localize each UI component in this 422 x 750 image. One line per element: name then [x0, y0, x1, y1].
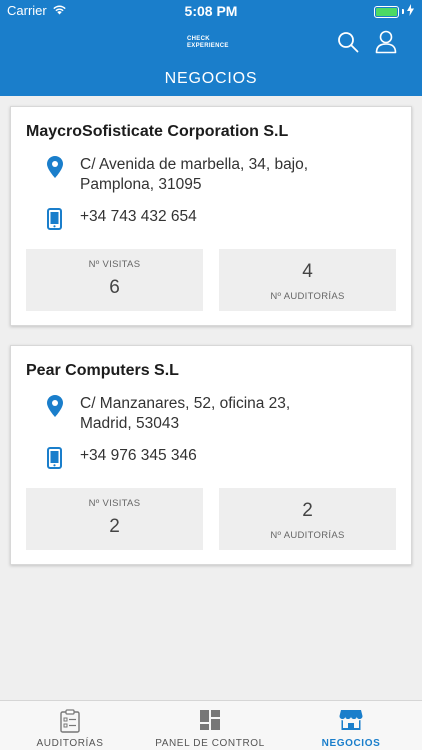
- page-title: NEGOCIOS: [164, 70, 258, 87]
- navbar: CHECK EXPERIENCE: [0, 22, 422, 66]
- phone-icon: [47, 447, 62, 474]
- status-right: [374, 4, 414, 19]
- address-line1: C/ Manzanares, 52, oficina 23,: [80, 395, 291, 412]
- app-logo: CHECK EXPERIENCE: [187, 36, 235, 52]
- battery-icon: [374, 5, 399, 18]
- audits-stat: 4 Nº AUDITORÍAS: [219, 249, 396, 311]
- visits-value: 2: [109, 516, 120, 537]
- audits-stat: 2 Nº AUDITORÍAS: [219, 488, 396, 550]
- battery-cap: [402, 9, 404, 14]
- audits-value: 4: [302, 261, 313, 282]
- tab-label: PANEL DE CONTROL: [155, 738, 265, 749]
- store-icon: [281, 709, 421, 731]
- location-pin-icon: [47, 395, 63, 422]
- phone-icon: [47, 208, 62, 235]
- status-bar: Carrier 5:08 PM: [0, 0, 422, 22]
- clipboard-icon: [0, 709, 140, 733]
- visits-stat: Nº VISITAS 2: [26, 488, 203, 550]
- charging-icon: [407, 4, 414, 19]
- tab-bar: AUDITORÍAS PANEL DE CONTROL NEGOCIOS: [0, 700, 422, 750]
- location-pin-icon: [47, 156, 63, 183]
- business-card[interactable]: MaycroSofisticate Corporation S.L C/ Ave…: [10, 106, 412, 326]
- visits-value: 6: [109, 277, 120, 298]
- search-icon: [337, 31, 359, 58]
- tab-label: NEGOCIOS: [321, 738, 381, 749]
- business-name: Pear Computers S.L: [26, 362, 179, 379]
- business-phone[interactable]: +34 743 432 654: [80, 208, 197, 226]
- business-address: C/ Manzanares, 52, oficina 23, Madrid, 5…: [80, 394, 380, 434]
- user-icon: [375, 30, 397, 59]
- address-line2: Pamplona, 31095: [80, 176, 202, 193]
- tab-auditorias[interactable]: AUDITORÍAS: [0, 701, 140, 750]
- logo-line2: EXPERIENCE: [187, 43, 229, 49]
- business-card[interactable]: Pear Computers S.L C/ Manzanares, 52, of…: [10, 345, 412, 565]
- business-phone[interactable]: +34 976 345 346: [80, 447, 197, 465]
- status-time: 5:08 PM: [184, 3, 238, 19]
- address-line2: Madrid, 53043: [80, 415, 180, 432]
- business-address: C/ Avenida de marbella, 34, bajo, Pamplo…: [80, 155, 380, 195]
- profile-button[interactable]: [372, 30, 400, 58]
- visits-label: Nº VISITAS: [88, 498, 141, 509]
- logo-line1: CHECK: [187, 36, 210, 42]
- search-button[interactable]: [334, 30, 362, 58]
- tab-label: AUDITORÍAS: [36, 738, 104, 749]
- tab-negocios[interactable]: NEGOCIOS: [281, 701, 421, 750]
- audits-label: Nº AUDITORÍAS: [270, 530, 345, 541]
- dashboard-icon: [140, 709, 280, 731]
- tab-panel-de-control[interactable]: PANEL DE CONTROL: [140, 701, 280, 750]
- audits-value: 2: [302, 500, 313, 521]
- business-name: MaycroSofisticate Corporation S.L: [26, 123, 289, 140]
- audits-label: Nº AUDITORÍAS: [270, 291, 345, 302]
- visits-label: Nº VISITAS: [88, 259, 141, 270]
- visits-stat: Nº VISITAS 6: [26, 249, 203, 311]
- address-line1: C/ Avenida de marbella, 34, bajo,: [80, 156, 309, 173]
- app-header: Carrier 5:08 PM CHECK EXPERIENCE NEGOCIO…: [0, 0, 422, 96]
